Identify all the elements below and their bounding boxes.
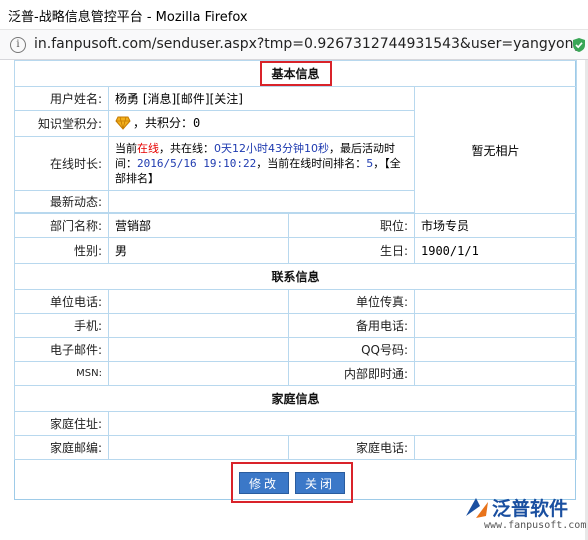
url-text[interactable]: in.fanpusoft.com/senduser.aspx?tmp=0.926…: [34, 36, 582, 52]
username-label: 用户姓名:: [14, 86, 109, 111]
im-label: 内部即时通:: [288, 361, 415, 386]
qq-value: [413, 337, 578, 362]
qq-label: QQ号码:: [288, 337, 415, 362]
home-zip-value: [108, 435, 289, 460]
gender-label: 性别:: [14, 237, 109, 264]
last-activity-time: 2016/5/16 19:10:22: [137, 157, 257, 170]
section-contact-info: 联系信息: [13, 263, 578, 290]
position-label: 职位:: [288, 213, 415, 238]
home-zip-label: 家庭邮编:: [14, 435, 109, 460]
close-button[interactable]: 关闭: [295, 472, 345, 494]
logo-name: 泛普软件: [492, 498, 569, 520]
section-family-info: 家庭信息: [13, 385, 578, 412]
position-value: 市场专员: [413, 213, 578, 238]
address-bar[interactable]: i in.fanpusoft.com/senduser.aspx?tmp=0.9…: [0, 30, 588, 60]
section-basic-info: 基本信息: [13, 60, 578, 87]
latest-label: 最新动态:: [14, 190, 109, 213]
online-status: 在线: [137, 142, 159, 155]
logo-mark-icon: [466, 498, 488, 518]
follow-link[interactable]: [关注]: [210, 92, 243, 106]
online-label: 在线时长:: [14, 136, 109, 191]
username-value: 杨勇: [115, 92, 140, 106]
online-cell: 当前在线，共在线：0天12小时43分钟10秒，最后活动时间：2016/5/16 …: [108, 136, 415, 191]
msn-value: [108, 361, 289, 386]
brand-logo: 泛普软件 www.fanpusoft.com: [462, 494, 586, 538]
home-phone-value: [413, 435, 578, 460]
latest-value: [108, 190, 415, 213]
username-cell: 杨勇 [消息][邮件][关注]: [108, 86, 415, 111]
gender-value: 男: [108, 237, 289, 264]
online-duration: 0天12小时43分钟10秒: [214, 142, 329, 155]
diamond-icon: [115, 116, 131, 133]
mobile-label: 手机:: [14, 313, 109, 338]
info-icon[interactable]: i: [10, 37, 26, 53]
rank-label: ，当前在线时间排名：: [256, 157, 367, 170]
shield-icon[interactable]: [572, 37, 586, 56]
im-value: [413, 361, 578, 386]
dept-label: 部门名称:: [14, 213, 109, 238]
edit-button[interactable]: 修改: [239, 472, 289, 494]
work-phone-label: 单位电话:: [14, 289, 109, 314]
work-fax-value: [413, 289, 578, 314]
photo-area: 暂无相片: [413, 86, 578, 214]
basic-info-title: 基本信息: [259, 61, 332, 86]
email-label: 电子邮件:: [14, 337, 109, 362]
button-area: 修改 关闭: [231, 462, 353, 503]
msn-label: MSN:: [14, 361, 109, 386]
no-photo-text: 暂无相片: [471, 143, 520, 158]
knowledge-value: ，共积分：0: [133, 116, 201, 130]
mobile-value: [108, 313, 289, 338]
work-phone-value: [108, 289, 289, 314]
logo-site: www.fanpusoft.com: [484, 520, 587, 531]
knowledge-cell: ，共积分：0: [108, 110, 415, 137]
window-titlebar: 泛普-战略信息管控平台 - Mozilla Firefox: [0, 0, 588, 30]
online-mid: ，共在线：: [159, 142, 214, 155]
email-value: [108, 337, 289, 362]
online-prefix: 当前: [115, 142, 137, 155]
home-address-label: 家庭住址:: [14, 411, 109, 436]
birthday-value: 1900/1/1: [413, 237, 578, 264]
dept-value: 营销部: [108, 213, 289, 238]
home-phone-label: 家庭电话:: [288, 435, 415, 460]
birthday-label: 生日:: [288, 237, 415, 264]
mail-link[interactable]: [邮件]: [176, 92, 209, 106]
work-fax-label: 单位传真:: [288, 289, 415, 314]
window-title: 泛普-战略信息管控平台 - Mozilla Firefox: [8, 10, 248, 25]
message-link[interactable]: [消息]: [143, 92, 176, 106]
knowledge-label: 知识堂积分:: [14, 110, 109, 137]
user-info-table: 基本信息 用户姓名: 杨勇 [消息][邮件][关注] 暂无相片 知识堂积分: ，…: [13, 60, 578, 460]
home-address-value: [107, 411, 578, 436]
backup-phone-label: 备用电话:: [288, 313, 415, 338]
backup-phone-value: [413, 313, 578, 338]
